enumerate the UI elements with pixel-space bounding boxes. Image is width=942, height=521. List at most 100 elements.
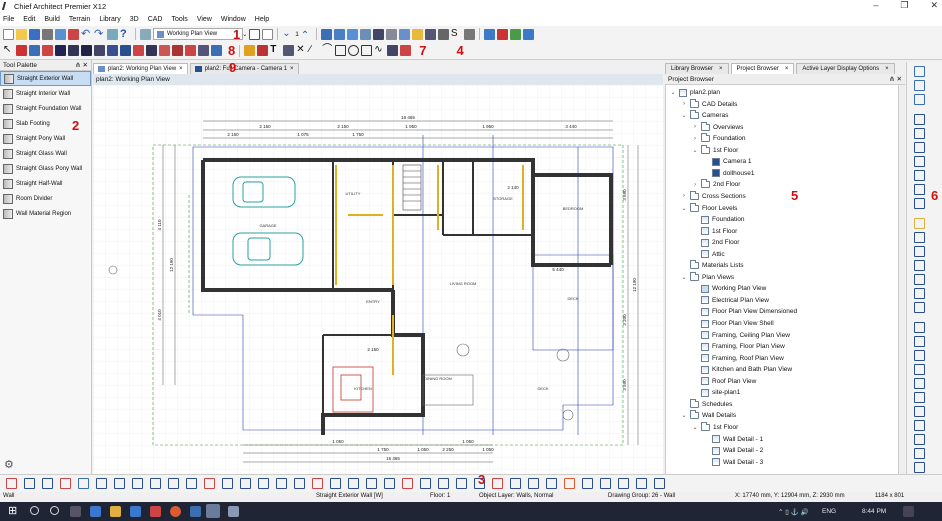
- menu-cad[interactable]: CAD: [148, 16, 163, 23]
- language-indicator[interactable]: ENG: [822, 508, 836, 515]
- edit-tool-icon[interactable]: [168, 478, 179, 489]
- tab-working-plan-view[interactable]: plan2: Working Plan View ×: [93, 63, 188, 74]
- window-tool-icon[interactable]: [68, 45, 79, 56]
- select-arrow-icon[interactable]: ↖: [3, 45, 14, 56]
- tree-item[interactable]: Framing, Ceiling Plan View: [692, 330, 790, 341]
- edit-tool-icon[interactable]: [600, 478, 611, 489]
- rotate-icon[interactable]: [914, 322, 925, 333]
- edit-tool-icon[interactable]: [438, 478, 449, 489]
- edit-tool-icon[interactable]: [636, 478, 647, 489]
- edit-tool-icon[interactable]: [582, 478, 593, 489]
- dimension-icon[interactable]: [257, 45, 269, 56]
- plan-view-select[interactable]: Working Plan View: [153, 28, 243, 40]
- edit-tool-icon[interactable]: [528, 478, 539, 489]
- wall-tool-icon[interactable]: [16, 45, 27, 56]
- mail-icon[interactable]: [130, 506, 141, 517]
- tab-close-icon[interactable]: ×: [179, 66, 183, 72]
- edit-tool-icon[interactable]: [348, 478, 359, 489]
- print-icon[interactable]: [42, 28, 53, 40]
- edit-tool-icon[interactable]: [276, 478, 287, 489]
- edit-tool-icon[interactable]: [366, 478, 377, 489]
- edit-tool-icon[interactable]: [6, 478, 17, 489]
- picture-icon[interactable]: [400, 45, 412, 56]
- circle-icon[interactable]: [348, 45, 360, 56]
- material-s-icon[interactable]: S: [451, 28, 462, 40]
- edit-tool-icon[interactable]: [258, 478, 269, 489]
- menu-window[interactable]: Window: [221, 16, 246, 23]
- search-icon[interactable]: [30, 506, 39, 515]
- palette-item[interactable]: Straight Glass Wall: [0, 146, 91, 161]
- stairs-icon[interactable]: [81, 45, 92, 56]
- palette-item[interactable]: Straight Exterior Wall: [0, 71, 91, 86]
- display-icon[interactable]: [914, 94, 925, 105]
- object-snap-icon[interactable]: [914, 406, 925, 417]
- fit-icon[interactable]: [914, 170, 925, 181]
- edit-tool-icon[interactable]: [114, 478, 125, 489]
- arc-tool-icon[interactable]: ⌒: [322, 45, 333, 56]
- figure-icon[interactable]: [372, 28, 384, 40]
- tab-close-icon[interactable]: ×: [785, 66, 789, 72]
- floor-up-icon[interactable]: ⌃: [301, 29, 312, 41]
- camera-icon[interactable]: [333, 28, 345, 40]
- tree-item[interactable]: Roof Plan View: [692, 376, 756, 387]
- door-icon[interactable]: [55, 45, 66, 56]
- close-button[interactable]: ✕: [930, 0, 938, 11]
- tree-item[interactable]: › Cross Sections: [681, 190, 746, 202]
- window-fit-icon[interactable]: [914, 274, 925, 285]
- edit-tool-icon[interactable]: [24, 478, 35, 489]
- view-dropdown-chevron-icon[interactable]: ⌄: [242, 31, 247, 38]
- cad-block-icon[interactable]: [387, 45, 399, 56]
- edge-icon[interactable]: [90, 506, 101, 517]
- chevron-icon[interactable]: ⌄: [692, 424, 698, 431]
- explorer-icon[interactable]: [110, 506, 121, 517]
- edit-tool-icon[interactable]: [456, 478, 467, 489]
- grid-snap-icon[interactable]: [914, 420, 925, 431]
- chevron-icon[interactable]: ›: [692, 136, 698, 142]
- overview-icon[interactable]: [346, 28, 358, 40]
- edit-tool-icon[interactable]: [150, 478, 161, 489]
- notification-icon[interactable]: [903, 506, 914, 517]
- roof-plane-icon[interactable]: [185, 45, 196, 56]
- palette-item[interactable]: Straight Glass Pony Wall: [0, 161, 91, 176]
- tile-icon[interactable]: [496, 28, 508, 40]
- edit-tool-icon[interactable]: [312, 478, 323, 489]
- polyline-icon[interactable]: [361, 45, 373, 56]
- maximize-button[interactable]: ❐: [900, 0, 908, 11]
- edit-tool-icon[interactable]: [564, 478, 575, 489]
- edit-tool-icon[interactable]: [186, 478, 197, 489]
- chevron-icon[interactable]: ⌄: [692, 147, 698, 154]
- chevron-icon[interactable]: ⌄: [681, 412, 687, 419]
- menu-terrain[interactable]: Terrain: [69, 16, 90, 23]
- pencil-icon[interactable]: [244, 45, 256, 56]
- layer-display-icon[interactable]: [262, 28, 274, 40]
- palette-pin-close-icon[interactable]: ⋔ ✕: [75, 61, 88, 69]
- chevron-icon[interactable]: ›: [681, 101, 687, 107]
- tray-icons[interactable]: ⌃ ▯ ⚓ 🔊: [778, 508, 809, 516]
- tree-item[interactable]: Working Plan View: [692, 283, 766, 294]
- cabinet-icon[interactable]: [42, 45, 53, 56]
- edit-tool-icon[interactable]: [402, 478, 413, 489]
- menu-view[interactable]: View: [197, 16, 212, 23]
- text-icon[interactable]: T: [270, 45, 281, 56]
- edit-tool-icon[interactable]: [132, 478, 143, 489]
- edit-tool-icon[interactable]: [492, 478, 503, 489]
- tab-full-camera[interactable]: plan2: Full Camera - Camera 1 ×: [189, 63, 299, 74]
- windows-start-icon[interactable]: ⊞: [8, 506, 19, 517]
- menu-3d[interactable]: 3D: [130, 16, 139, 23]
- tree-item[interactable]: Wall Detail - 3: [703, 457, 763, 468]
- tree-item[interactable]: 1st Floor: [692, 226, 737, 237]
- roof-icon[interactable]: [120, 45, 131, 56]
- tree-item[interactable]: Wall Detail - 2: [703, 445, 763, 456]
- edit-tool-icon[interactable]: [384, 478, 395, 489]
- angle-icon[interactable]: [914, 364, 925, 375]
- palette-item[interactable]: Wall Material Region: [0, 206, 91, 221]
- mirror-icon[interactable]: [914, 462, 925, 473]
- tree-item[interactable]: Framing, Floor Plan View: [692, 341, 785, 352]
- reference-icon[interactable]: [914, 392, 925, 403]
- terrain-icon[interactable]: [159, 45, 170, 56]
- palette-item[interactable]: Room Divider: [0, 191, 91, 206]
- open-icon[interactable]: [16, 28, 27, 40]
- tree-item[interactable]: › Foundation: [692, 133, 746, 144]
- edit-tool-icon[interactable]: [42, 478, 53, 489]
- tab-library-browser[interactable]: Library Browser ×: [665, 63, 729, 74]
